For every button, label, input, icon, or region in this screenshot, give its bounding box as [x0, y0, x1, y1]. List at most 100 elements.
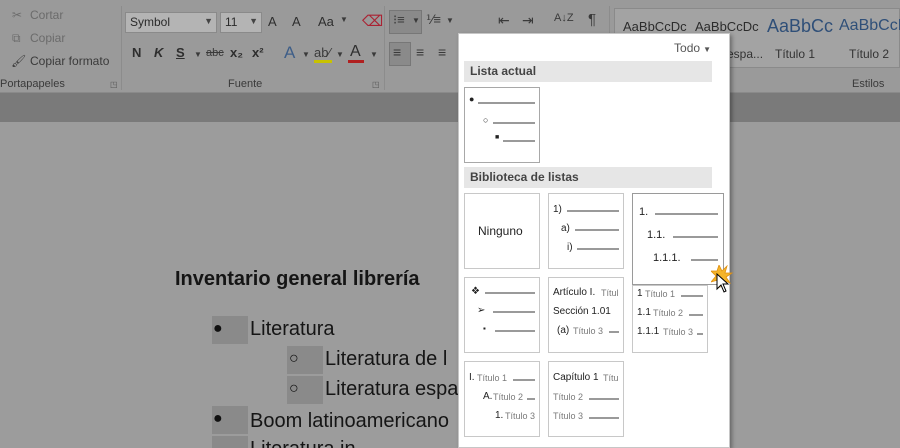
chevron-down-icon[interactable]: ▼ [194, 50, 202, 59]
ribbon: ✂ Cortar ⧉ Copiar 🖌 Copiar formato Porta… [0, 0, 900, 93]
style-preview-heading2[interactable]: AaBbCcD [839, 17, 900, 35]
tile-line [495, 330, 535, 332]
tile-line [527, 398, 535, 400]
tile-label: 1.1.1 [637, 326, 660, 337]
copy-button[interactable]: Copiar [30, 31, 65, 45]
tile-label: 1) [553, 204, 562, 215]
group-separator [384, 6, 385, 90]
superscript-button[interactable]: x² [252, 45, 264, 60]
cut-button[interactable]: Cortar [30, 8, 63, 22]
font-color-bar [348, 60, 364, 63]
list-tile-alpha[interactable]: 1) a) i) [548, 193, 624, 269]
list-item[interactable]: Literatura [250, 318, 335, 341]
tile-line [589, 398, 619, 400]
style-name-heading1: Título 1 [775, 47, 816, 61]
tile-label: (a) [557, 325, 570, 336]
increase-indent-icon[interactable]: ⇥ [522, 12, 534, 29]
list-item[interactable]: Boom latinoamericano [250, 410, 449, 433]
sort-icon[interactable]: A↓Z [554, 12, 574, 24]
align-center-icon[interactable]: ≡ [416, 44, 424, 60]
bullet-library-dropdown: Todo ▼ Lista actual ● ○ ■ Biblioteca de l… [458, 33, 730, 448]
style-name-no-spacing: espa... [727, 47, 764, 61]
tile-label: Título 3 [663, 327, 694, 337]
style-preview-heading1[interactable]: AaBbCc [767, 16, 833, 37]
chevron-down-icon[interactable]: ▼ [336, 50, 344, 59]
tile-label: Título 1 [645, 289, 676, 299]
tile-line [577, 248, 619, 250]
align-right-icon[interactable]: ≡ [438, 44, 446, 60]
decrease-indent-icon[interactable]: ⇤ [498, 12, 510, 29]
style-preview-no-spacing[interactable]: AaBbCcDc [695, 19, 759, 34]
tile-label: 1.1.1. [653, 252, 681, 264]
document-heading[interactable]: Inventario general librería [175, 268, 420, 291]
arrow-bullet-icon: ➢ [477, 305, 486, 316]
list-tile-headings[interactable]: 1 Título 1 1.1 Título 2 1.1.1 Título 3 [632, 285, 708, 353]
list-tile-article[interactable]: Artículo I. Títul Sección 1.01 (a) Títul… [548, 277, 624, 353]
chevron-down-icon[interactable]: ▼ [370, 50, 378, 59]
text-effects-icon[interactable]: A [284, 43, 295, 63]
tile-label: Sección 1.01 [553, 306, 611, 317]
tile-line [493, 122, 535, 124]
chevron-down-icon[interactable]: ▼ [446, 16, 454, 25]
tile-label: 1. [639, 206, 649, 218]
tile-label: 1.1 [637, 307, 651, 318]
cut-icon[interactable]: ✂ [12, 8, 22, 22]
filter-dropdown[interactable]: Todo ▼ [674, 41, 711, 55]
list-tile-symbols[interactable]: ❖ ➢ ▪ [464, 277, 540, 353]
list-tile-none[interactable]: Ninguno [464, 193, 540, 269]
tile-label: I. [469, 372, 475, 383]
list-item[interactable]: Literatura espa [325, 378, 458, 401]
format-painter-button[interactable]: Copiar formato [30, 54, 109, 68]
tile-label: Títu [603, 373, 619, 383]
font-color-icon[interactable]: A [350, 43, 361, 61]
copy-icon[interactable]: ⧉ [12, 31, 21, 46]
highlight-icon[interactable]: ab⁄ [314, 45, 331, 60]
list-item[interactable]: Literatura in [250, 438, 356, 448]
chevron-down-icon: ▼ [204, 16, 213, 26]
font-size-combo[interactable]: 11 ▼ [220, 12, 262, 33]
numbered-list-icon[interactable]: ⅟≡ [426, 12, 441, 28]
bullet-hollow-icon: ○ [483, 115, 489, 125]
tile-line [493, 311, 535, 313]
underline-button[interactable]: S [176, 45, 185, 60]
tile-line [655, 213, 718, 215]
italic-button[interactable]: K [154, 45, 163, 60]
bullet-list-icon: ⁝≡ [393, 12, 405, 27]
tile-line [589, 417, 619, 419]
tile-label: Título 3 [505, 411, 536, 421]
font-size-value: 11 [225, 15, 238, 29]
font-name-value: Symbol [130, 15, 171, 29]
tile-label: A. [483, 391, 493, 402]
strikethrough-button[interactable]: abc [206, 47, 224, 59]
change-case-button[interactable]: Aa [318, 14, 334, 29]
shrink-font-button[interactable]: A [292, 14, 301, 29]
tile-line [575, 229, 619, 231]
tile-label: Título 3 [553, 411, 584, 421]
chevron-down-icon[interactable]: ▼ [302, 50, 310, 59]
subscript-button[interactable]: x₂ [230, 45, 243, 60]
current-list-tile[interactable]: ● ○ ■ [464, 87, 540, 163]
chevron-down-icon: ▼ [412, 16, 420, 25]
paintbrush-icon[interactable]: 🖌 [11, 54, 26, 68]
tile-line [609, 331, 619, 333]
list-item[interactable]: Literatura de l [325, 348, 447, 371]
clipboard-launcher-icon[interactable]: ◳ [110, 80, 118, 89]
font-launcher-icon[interactable]: ◳ [372, 80, 380, 89]
bold-button[interactable]: N [132, 45, 141, 60]
tile-line [503, 140, 535, 142]
align-left-icon: ≡ [393, 44, 402, 60]
font-name-combo[interactable]: Symbol ▼ [125, 12, 217, 33]
styles-group-label: Estilos [852, 78, 885, 90]
list-tile-roman[interactable]: I. Título 1 A. Título 2 1. Título 3 [464, 361, 540, 437]
pilcrow-icon[interactable]: ¶ [588, 11, 596, 28]
tile-label: Títul [601, 288, 619, 298]
grow-font-button[interactable]: A [268, 14, 277, 29]
clear-format-icon[interactable]: ⌫ [362, 12, 383, 30]
bullet-highlight [212, 436, 248, 448]
chevron-down-icon[interactable]: ▼ [340, 15, 348, 24]
style-preview-normal[interactable]: AaBbCcDc [623, 19, 687, 34]
list-tile-chapter[interactable]: Capítulo 1 Títu Título 2 Título 3 [548, 361, 624, 437]
tile-label: Título 1 [477, 373, 508, 383]
tile-line [681, 295, 703, 297]
bullet-filled-icon: ● [469, 94, 475, 104]
